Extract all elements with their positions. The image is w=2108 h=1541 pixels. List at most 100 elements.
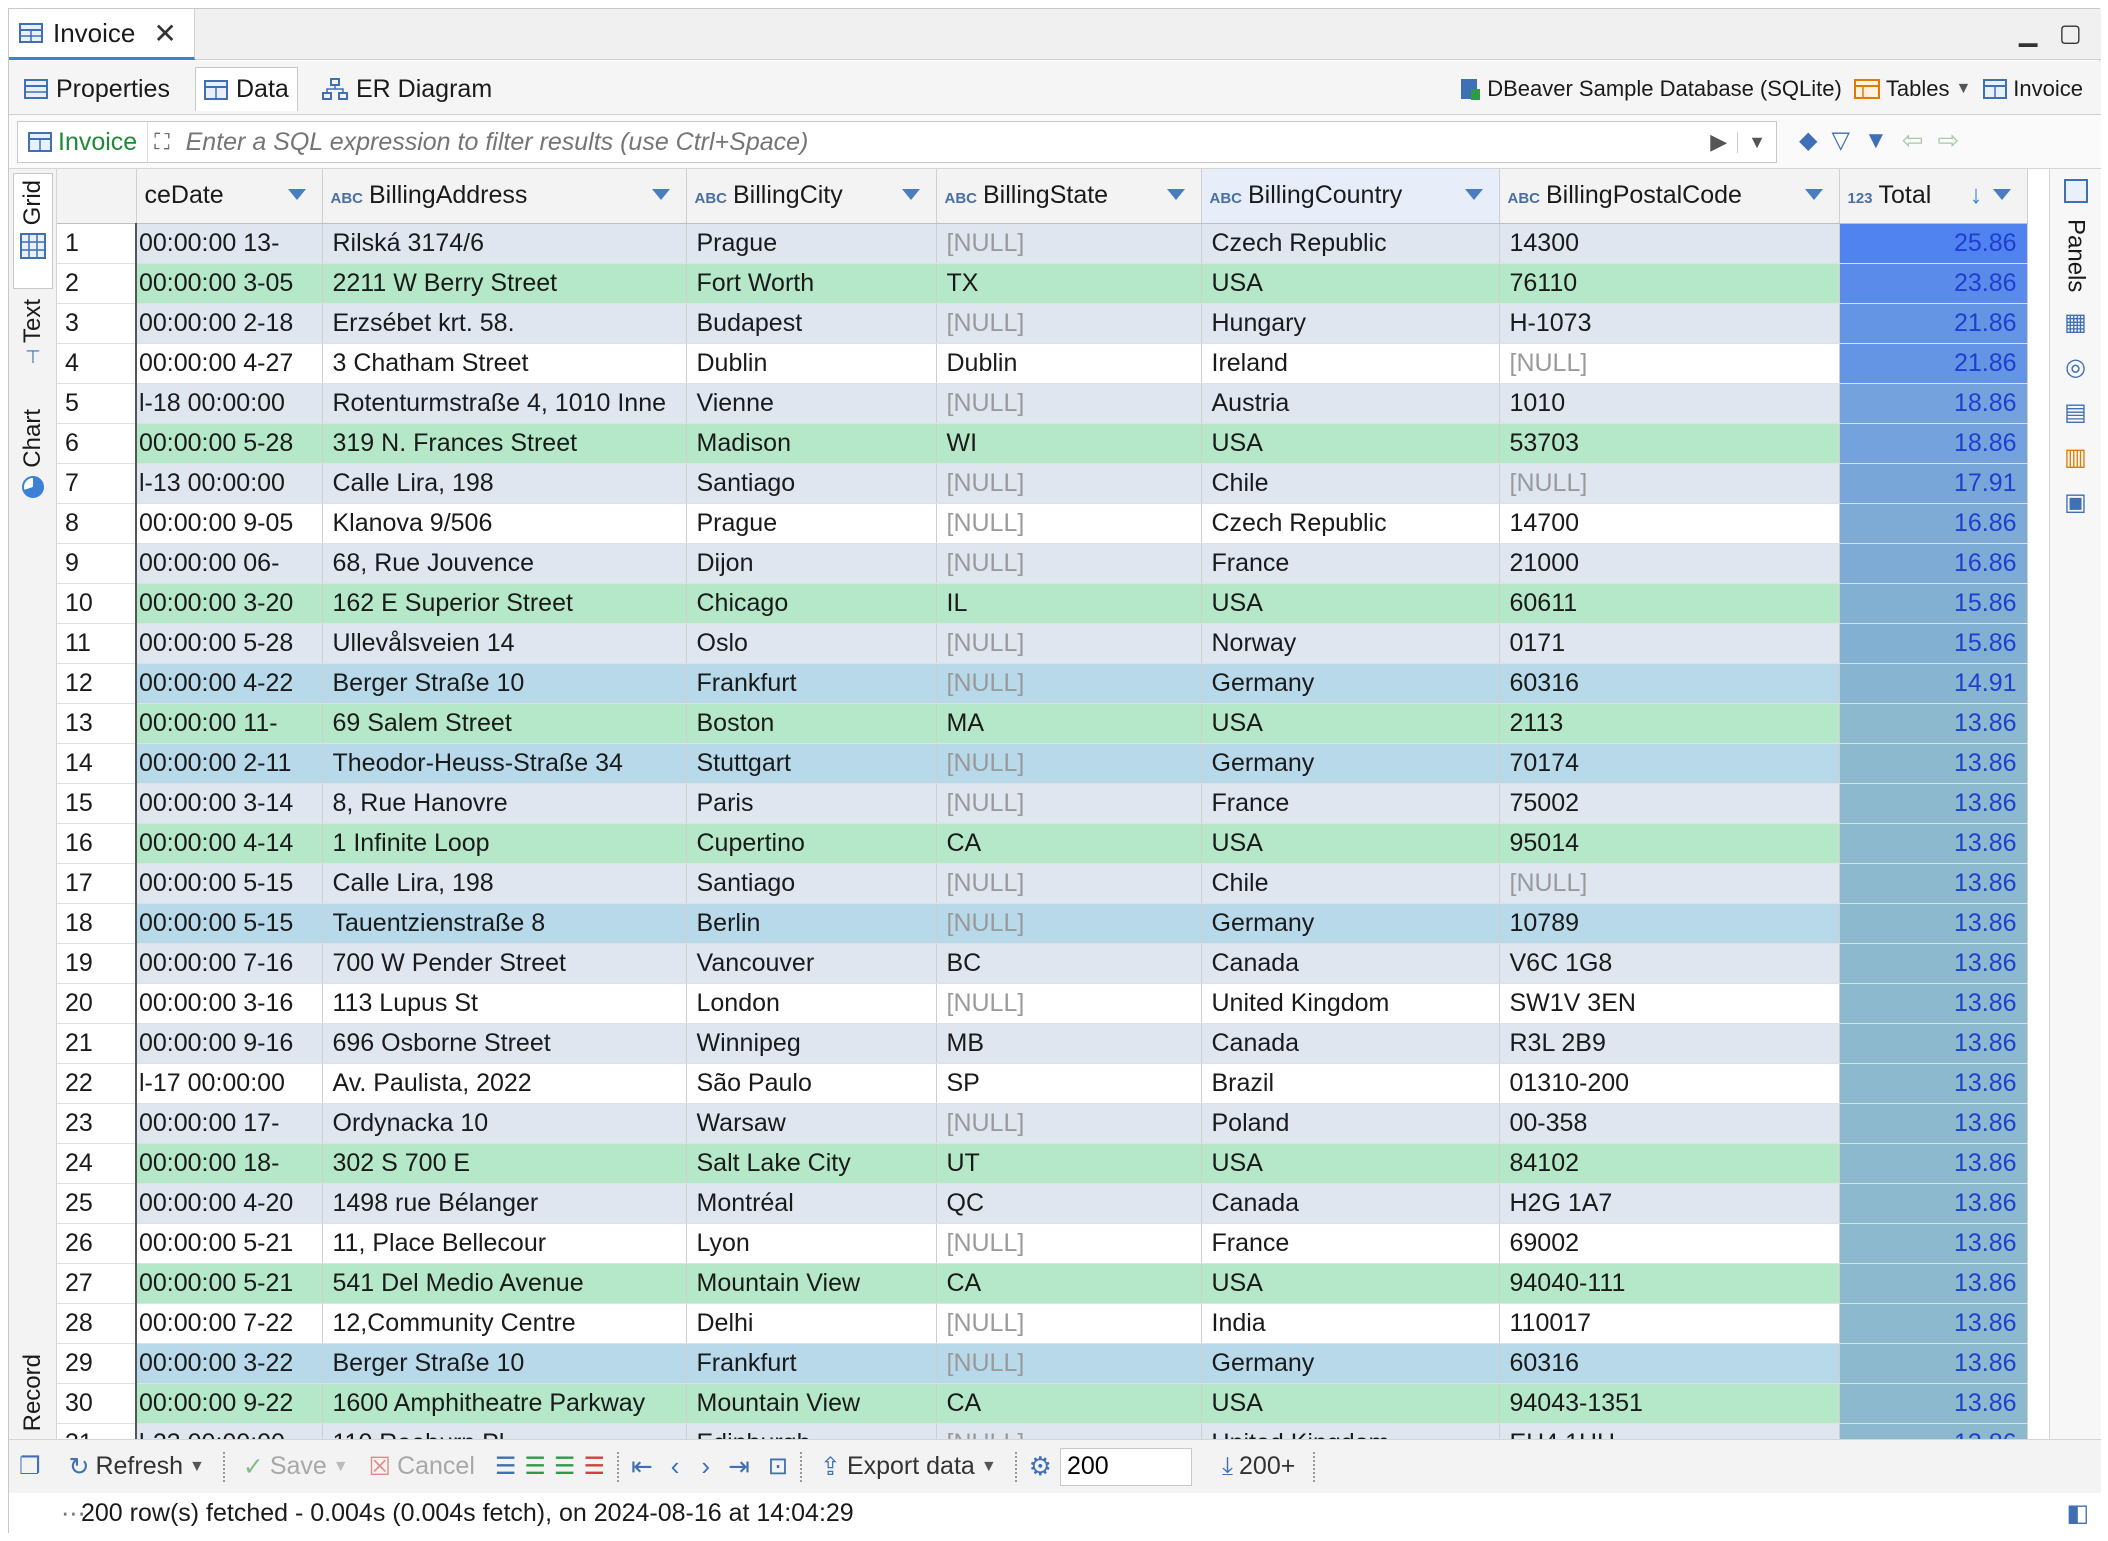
billing-city-cell[interactable]: Boston xyxy=(686,703,937,744)
delete-row-icon[interactable]: ☰ xyxy=(583,1452,605,1481)
table-row[interactable]: 28 7-22 00:00:00 12,Community Centre Delhi[… xyxy=(57,1303,2028,1344)
billing-address-cell[interactable]: 113 Lupus St xyxy=(322,983,687,1024)
minimize-icon[interactable]: ▁ xyxy=(2019,19,2037,48)
chevron-down-icon[interactable]: ▼ xyxy=(1955,80,1971,98)
table-row[interactable]: 7 l-13 00:00:00 Calle Lira, 198 Santiago [NU… xyxy=(57,463,2028,504)
billing-country-cell[interactable]: USA xyxy=(1201,1383,1500,1424)
billing-address-cell[interactable]: 700 W Pender Street xyxy=(322,943,687,984)
total-cell[interactable]: 13.86 xyxy=(1839,823,2028,864)
refresh-button[interactable]: ↻ Refresh ▼ xyxy=(63,1452,211,1482)
billing-city-cell[interactable]: Montréal xyxy=(686,1183,937,1224)
total-cell[interactable]: 13.86 xyxy=(1839,863,2028,904)
invoice-date-cell[interactable]: 9-22 00:00:00 xyxy=(136,1383,323,1424)
invoice-date-cell[interactable]: 7-22 00:00:00 xyxy=(136,1303,323,1344)
billing-postal-code-cell[interactable]: 69002 xyxy=(1499,1223,1840,1264)
table-row[interactable]: 25 4-20 00:00:00 1498 rue Bélanger Montréal… xyxy=(57,1183,2028,1224)
billing-postal-code-cell[interactable]: 14300 xyxy=(1499,223,1840,264)
invoice-date-cell[interactable]: -13 00:00:00 xyxy=(136,223,323,264)
billing-city-cell[interactable]: São Paulo xyxy=(686,1063,937,1104)
billing-address-cell[interactable]: Berger Straße 10 xyxy=(322,1343,687,1384)
billing-city-cell[interactable]: Vancouver xyxy=(686,943,937,984)
billing-city-cell[interactable]: Warsaw xyxy=(686,1103,937,1144)
total-cell[interactable]: 13.86 xyxy=(1839,903,2028,944)
billing-country-cell[interactable]: USA xyxy=(1201,583,1500,624)
billing-city-cell[interactable]: Frankfurt xyxy=(686,663,937,704)
invoice-date-cell[interactable]: 4-22 00:00:00 xyxy=(136,663,323,704)
next-page-icon[interactable]: › xyxy=(701,1451,710,1482)
total-cell[interactable]: 13.86 xyxy=(1839,1303,2028,1344)
billing-country-cell[interactable]: Germany xyxy=(1201,743,1500,784)
billing-postal-code-cell[interactable]: 60611 xyxy=(1499,583,1840,624)
billing-country-cell[interactable]: Poland xyxy=(1201,1103,1500,1144)
billing-country-cell[interactable]: Brazil xyxy=(1201,1063,1500,1104)
panel-toggle-icon[interactable]: ◧ xyxy=(2066,1499,2089,1528)
invoice-date-cell[interactable]: l-13 00:00:00 xyxy=(136,463,323,504)
invoice-date-cell[interactable]: 5-15 00:00:00 xyxy=(136,863,323,904)
invoice-date-cell[interactable]: 7-16 00:00:00 xyxy=(136,943,323,984)
billing-address-cell[interactable]: 541 Del Medio Avenue xyxy=(322,1263,687,1304)
tab-grid[interactable]: Grid xyxy=(13,173,53,289)
results-grid[interactable]: ceDate ABC BillingAddress ABC BillingCity … xyxy=(57,169,2037,1439)
billing-state-cell[interactable]: [NULL] xyxy=(936,223,1202,264)
billing-country-cell[interactable]: Canada xyxy=(1201,1023,1500,1064)
chevron-down-icon[interactable] xyxy=(651,189,670,200)
billing-postal-code-cell[interactable]: 76110 xyxy=(1499,263,1840,304)
billing-postal-code-cell[interactable]: 1010 xyxy=(1499,383,1840,424)
billing-state-cell[interactable]: CA xyxy=(936,1383,1202,1424)
billing-address-cell[interactable]: Calle Lira, 198 xyxy=(322,863,687,904)
billing-country-cell[interactable]: Czech Republic xyxy=(1201,503,1500,544)
breadcrumb-table[interactable]: Invoice xyxy=(1983,76,2083,102)
table-row[interactable]: 27 5-21 00:00:00 541 Del Medio Avenue Mount… xyxy=(57,1263,2028,1304)
total-cell[interactable]: 13.86 xyxy=(1839,783,2028,824)
total-cell[interactable]: 13.86 xyxy=(1839,1263,2028,1304)
total-cell[interactable]: 21.86 xyxy=(1839,343,2028,384)
tab-chart[interactable]: Chart xyxy=(13,409,53,529)
sort-desc-icon[interactable]: ↓ xyxy=(1970,179,1983,210)
filter-entity[interactable]: Invoice xyxy=(18,122,149,162)
invoice-date-cell[interactable]: 4-14 00:00:00 xyxy=(136,823,323,864)
billing-address-cell[interactable]: 2211 W Berry Street xyxy=(322,263,687,304)
billing-country-cell[interactable]: USA xyxy=(1201,1263,1500,1304)
billing-address-cell[interactable]: 319 N. Frances Street xyxy=(322,423,687,464)
billing-address-cell[interactable]: 12,Community Centre xyxy=(322,1303,687,1344)
billing-postal-code-cell[interactable]: 21000 xyxy=(1499,543,1840,584)
invoice-date-cell[interactable]: 3-14 00:00:00 xyxy=(136,783,323,824)
chevron-down-icon[interactable]: ▼ xyxy=(189,1458,205,1476)
invoice-date-cell[interactable]: 2-11 00:00:00 xyxy=(136,743,323,784)
invoice-date-cell[interactable]: -17 00:00:00 xyxy=(136,1103,323,1144)
back-icon[interactable]: ⇦ xyxy=(1902,125,1924,156)
save-button[interactable]: ✓ Save ▼ xyxy=(237,1452,355,1482)
billing-state-cell[interactable]: [NULL] xyxy=(936,1303,1202,1344)
billing-state-cell[interactable]: [NULL] xyxy=(936,1103,1202,1144)
billing-city-cell[interactable]: Vienne xyxy=(686,383,937,424)
billing-postal-code-cell[interactable]: SW1V 3EN xyxy=(1499,983,1840,1024)
billing-city-cell[interactable]: Paris xyxy=(686,783,937,824)
billing-city-cell[interactable]: Mountain View xyxy=(686,1263,937,1304)
table-row[interactable]: 31l-23 00:00:00110 Raeburn PlEdinburgh[N… xyxy=(57,1423,2028,1439)
billing-postal-code-cell[interactable]: 10789 xyxy=(1499,903,1840,944)
billing-address-cell[interactable]: 696 Osborne Street xyxy=(322,1023,687,1064)
billing-city-cell[interactable]: Edinburgh xyxy=(686,1423,937,1439)
billing-country-cell[interactable]: USA xyxy=(1201,263,1500,304)
billing-city-cell[interactable]: Stuttgart xyxy=(686,743,937,784)
previous-page-icon[interactable]: ‹ xyxy=(671,1451,680,1482)
billing-address-cell[interactable]: 68, Rue Jouvence xyxy=(322,543,687,584)
total-cell[interactable]: 13.86 xyxy=(1839,743,2028,784)
invoice-date-cell[interactable]: 4-20 00:00:00 xyxy=(136,1183,323,1224)
billing-address-cell[interactable]: 302 S 700 E xyxy=(322,1143,687,1184)
chevron-down-icon[interactable] xyxy=(1464,189,1483,200)
total-cell[interactable]: 13.86 xyxy=(1839,703,2028,744)
column-header-billing-city[interactable]: ABC BillingCity xyxy=(686,169,937,224)
filter-input[interactable] xyxy=(175,127,1701,157)
billing-address-cell[interactable]: Calle Lira, 198 xyxy=(322,463,687,504)
billing-state-cell[interactable]: [NULL] xyxy=(936,503,1202,544)
total-cell[interactable]: 25.86 xyxy=(1839,223,2028,264)
billing-address-cell[interactable]: Erzsébet krt. 58. xyxy=(322,303,687,344)
billing-city-cell[interactable]: Budapest xyxy=(686,303,937,344)
last-page-icon[interactable]: ⇥ xyxy=(728,1451,750,1482)
billing-city-cell[interactable]: Santiago xyxy=(686,463,937,504)
billing-country-cell[interactable]: United Kingdom xyxy=(1201,1423,1500,1439)
billing-postal-code-cell[interactable]: 75002 xyxy=(1499,783,1840,824)
column-header-billing-postal-code[interactable]: ABC BillingPostalCode xyxy=(1499,169,1840,224)
billing-city-cell[interactable]: Winnipeg xyxy=(686,1023,937,1064)
